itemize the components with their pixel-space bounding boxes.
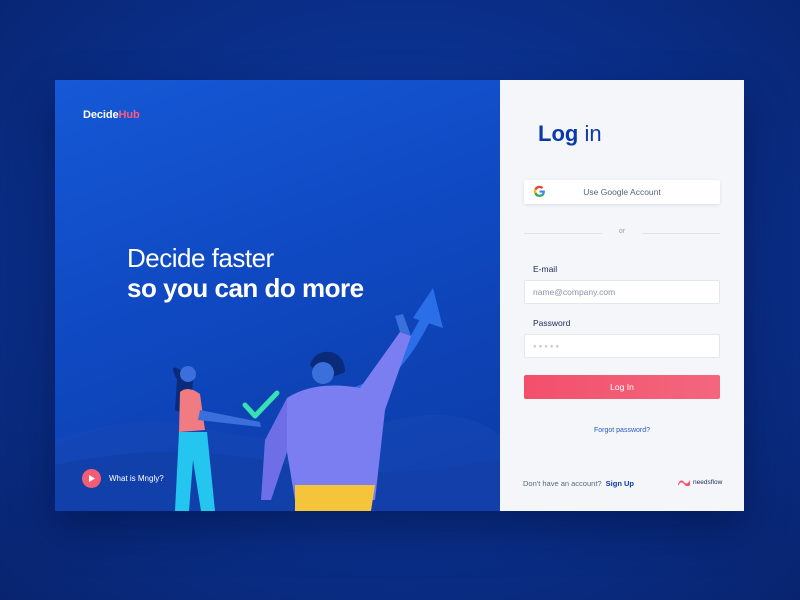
- what-is-link[interactable]: What is Mngly?: [82, 469, 164, 488]
- play-icon[interactable]: [82, 469, 101, 488]
- signup-link[interactable]: Sign Up: [606, 479, 634, 488]
- headline-line2: so you can do more: [127, 273, 364, 303]
- what-is-label[interactable]: What is Mngly?: [109, 474, 164, 483]
- google-icon: [533, 185, 545, 197]
- google-button-label: Use Google Account: [583, 187, 661, 197]
- brand-name-part2: Hub: [118, 109, 140, 121]
- needsflow-text: needsflow: [693, 478, 723, 486]
- check-icon: [242, 390, 280, 419]
- login-button[interactable]: Log In: [524, 375, 720, 399]
- divider-line-right: [642, 233, 720, 234]
- needsflow-logo: needsflow: [678, 478, 722, 486]
- page-title: Log in: [538, 121, 602, 147]
- hero-panel: DecideHub Decide faster so you can do mo…: [55, 80, 500, 511]
- needsflow-icon: [678, 480, 690, 486]
- signup-row: Don't have an account? Sign Up: [523, 479, 634, 488]
- title-part1: Log: [538, 121, 579, 146]
- hero-headline: Decide faster so you can do more: [127, 243, 364, 303]
- email-label: E-mail: [533, 264, 558, 274]
- or-divider: or: [524, 228, 720, 238]
- email-field[interactable]: [524, 280, 720, 304]
- password-label: Password: [533, 318, 571, 328]
- forgot-password-link[interactable]: Forgot password?: [500, 427, 744, 434]
- login-panel: Log in Use Google Account or E-mail Pass…: [500, 80, 744, 511]
- growth-arrow-head: [413, 288, 443, 328]
- login-card: DecideHub Decide faster so you can do mo…: [55, 80, 744, 511]
- password-field[interactable]: [524, 334, 720, 358]
- title-part2: in: [578, 121, 602, 146]
- no-account-text: Don't have an account?: [523, 479, 602, 488]
- brand-logo[interactable]: DecideHub: [83, 109, 140, 121]
- headline-line1: Decide faster: [127, 243, 274, 273]
- google-login-button[interactable]: Use Google Account: [524, 180, 720, 204]
- brand-name-part1: Decide: [83, 109, 119, 121]
